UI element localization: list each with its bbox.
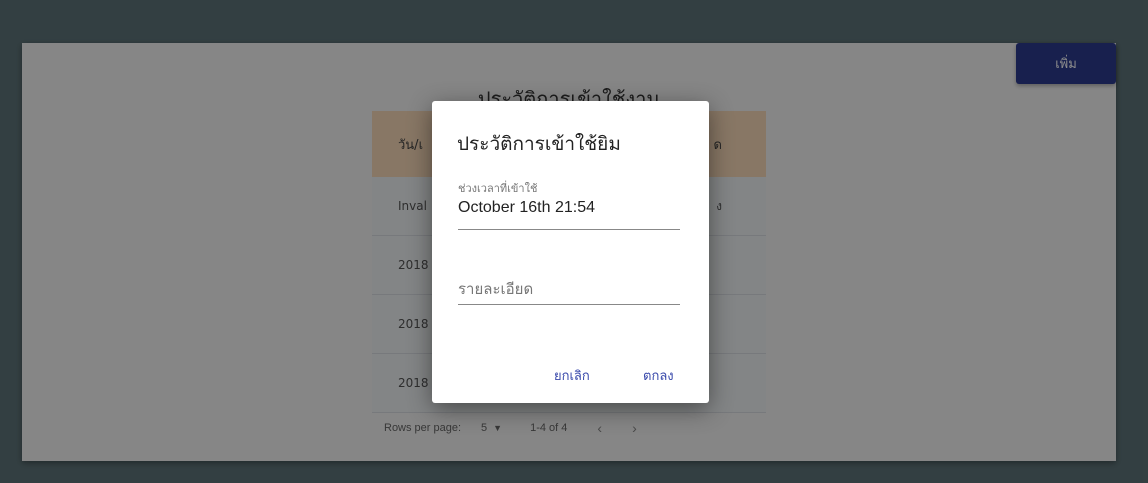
detail-field[interactable]: รายละเอียด bbox=[458, 277, 680, 305]
cancel-button[interactable]: ยกเลิก bbox=[554, 365, 590, 386]
gym-history-dialog: ประวัติการเข้าใช้ยิม ช่วงเวลาที่เข้าใช้ … bbox=[432, 101, 709, 403]
period-field[interactable]: October 16th 21:54 bbox=[458, 199, 680, 230]
period-field-label: ช่วงเวลาที่เข้าใช้ bbox=[458, 182, 538, 195]
ok-button[interactable]: ตกลง bbox=[643, 365, 674, 386]
dialog-title: ประวัติการเข้าใช้ยิม bbox=[457, 133, 621, 155]
